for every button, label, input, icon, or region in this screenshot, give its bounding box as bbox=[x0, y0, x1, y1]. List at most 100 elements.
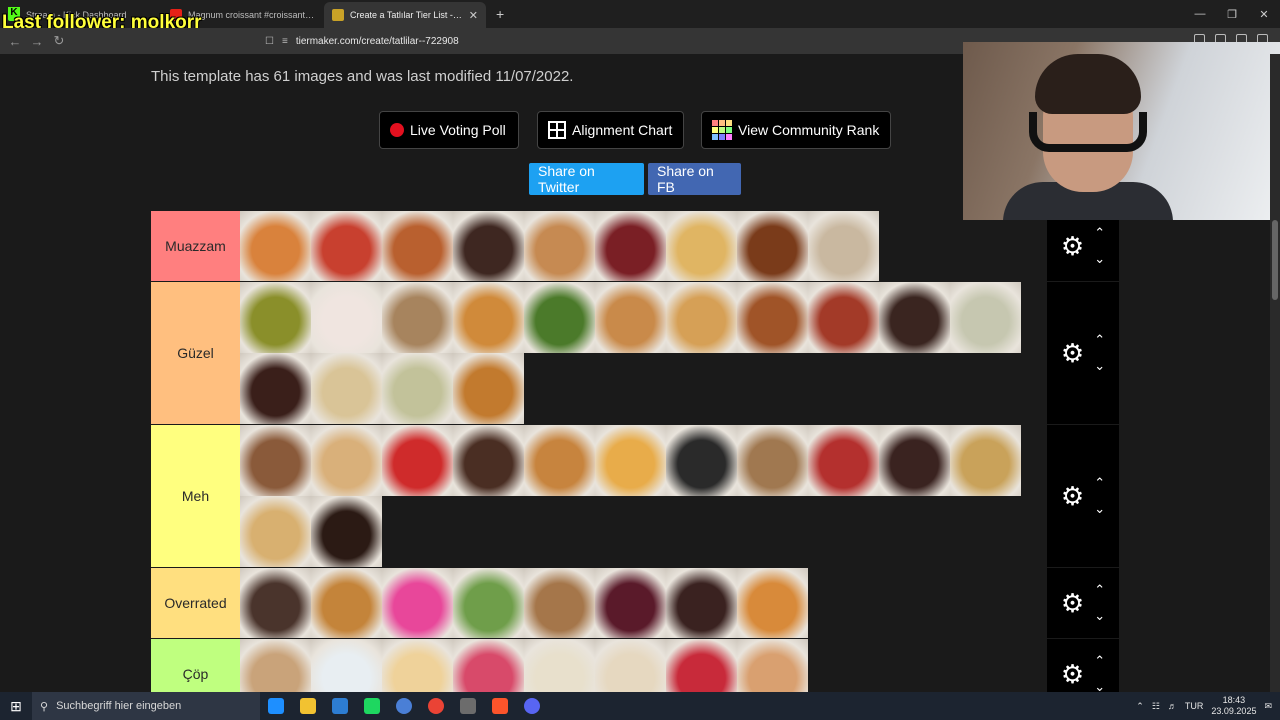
taskbar-app-icon[interactable] bbox=[516, 692, 548, 720]
dessert-image[interactable] bbox=[524, 425, 595, 496]
move-up-icon[interactable]: ⌃ bbox=[1094, 582, 1105, 598]
settings-gear-icon[interactable]: ⚙ bbox=[1061, 590, 1084, 616]
dessert-image[interactable] bbox=[595, 211, 666, 282]
dessert-image[interactable] bbox=[737, 211, 808, 282]
url-field[interactable]: ☐ ≡ tiermaker.com/create/tatlilar--72290… bbox=[265, 31, 985, 51]
settings-gear-icon[interactable]: ⚙ bbox=[1061, 233, 1084, 259]
keyboard-language[interactable]: TUR bbox=[1185, 701, 1204, 711]
dessert-image[interactable] bbox=[666, 282, 737, 353]
dessert-image[interactable] bbox=[737, 639, 808, 692]
minimize-button[interactable]: — bbox=[1184, 0, 1216, 28]
reload-icon[interactable]: ↻ bbox=[48, 33, 70, 49]
back-icon[interactable]: ← bbox=[4, 34, 26, 49]
forward-icon[interactable]: → bbox=[26, 34, 48, 49]
alignment-chart-button[interactable]: Alignment Chart bbox=[537, 111, 684, 149]
dessert-image[interactable] bbox=[808, 211, 879, 282]
move-up-icon[interactable]: ⌃ bbox=[1094, 332, 1105, 348]
tier-label[interactable]: Çöp bbox=[151, 639, 240, 692]
taskbar-app-icon[interactable] bbox=[292, 692, 324, 720]
dessert-image[interactable] bbox=[311, 496, 382, 567]
notifications-icon[interactable]: ✉ bbox=[1264, 701, 1272, 712]
taskbar-app-icon[interactable] bbox=[356, 692, 388, 720]
dessert-image[interactable] bbox=[879, 282, 950, 353]
network-icon[interactable]: ☷ bbox=[1152, 701, 1160, 712]
new-tab-button[interactable]: + bbox=[486, 6, 514, 28]
share-facebook-button[interactable]: Share on FB bbox=[648, 163, 741, 195]
tier-label[interactable]: Overrated bbox=[151, 568, 240, 638]
move-down-icon[interactable]: ⌄ bbox=[1094, 251, 1105, 267]
page-scrollbar[interactable] bbox=[1270, 54, 1280, 692]
taskbar-app-icon[interactable] bbox=[260, 692, 292, 720]
dessert-image[interactable] bbox=[240, 639, 311, 692]
dessert-image[interactable] bbox=[382, 211, 453, 282]
dessert-image[interactable] bbox=[453, 568, 524, 639]
settings-gear-icon[interactable]: ⚙ bbox=[1061, 483, 1084, 509]
dessert-image[interactable] bbox=[382, 353, 453, 424]
dessert-image[interactable] bbox=[524, 639, 595, 692]
settings-gear-icon[interactable]: ⚙ bbox=[1061, 661, 1084, 687]
dessert-image[interactable] bbox=[311, 568, 382, 639]
dessert-image[interactable] bbox=[595, 282, 666, 353]
dessert-image[interactable] bbox=[240, 211, 311, 282]
dessert-image[interactable] bbox=[453, 353, 524, 424]
tier-label[interactable]: Meh bbox=[151, 425, 240, 567]
dessert-image[interactable] bbox=[737, 282, 808, 353]
dessert-image[interactable] bbox=[666, 568, 737, 639]
tab-tiermaker[interactable]: Create a Tatlılar Tier List - TierMa ✕ bbox=[324, 2, 486, 28]
taskbar-app-icon[interactable] bbox=[388, 692, 420, 720]
site-info-icon[interactable]: ≡ bbox=[282, 36, 288, 47]
dessert-image[interactable] bbox=[240, 353, 311, 424]
dessert-image[interactable] bbox=[240, 568, 311, 639]
start-button[interactable]: ⊞ bbox=[0, 698, 32, 715]
dessert-image[interactable] bbox=[453, 211, 524, 282]
move-down-icon[interactable]: ⌄ bbox=[1094, 608, 1105, 624]
dessert-image[interactable] bbox=[311, 425, 382, 496]
tier-label[interactable]: Güzel bbox=[151, 282, 240, 424]
taskbar-app-icon[interactable] bbox=[324, 692, 356, 720]
dessert-image[interactable] bbox=[311, 639, 382, 692]
move-down-icon[interactable]: ⌄ bbox=[1094, 358, 1105, 374]
dessert-image[interactable] bbox=[524, 282, 595, 353]
clock[interactable]: 18:43 23.09.2025 bbox=[1211, 695, 1256, 717]
dessert-image[interactable] bbox=[666, 425, 737, 496]
dessert-image[interactable] bbox=[950, 282, 1021, 353]
dessert-image[interactable] bbox=[666, 639, 737, 692]
dessert-image[interactable] bbox=[240, 282, 311, 353]
bookmark-icon[interactable]: ☐ bbox=[265, 36, 274, 47]
dessert-image[interactable] bbox=[737, 425, 808, 496]
dessert-image[interactable] bbox=[737, 568, 808, 639]
dessert-image[interactable] bbox=[808, 282, 879, 353]
tier-label[interactable]: Muazzam bbox=[151, 211, 240, 281]
dessert-image[interactable] bbox=[453, 425, 524, 496]
dessert-image[interactable] bbox=[595, 425, 666, 496]
view-community-rank-button[interactable]: View Community Rank bbox=[701, 111, 891, 149]
dessert-image[interactable] bbox=[382, 425, 453, 496]
dessert-image[interactable] bbox=[453, 639, 524, 692]
move-down-icon[interactable]: ⌄ bbox=[1094, 679, 1105, 692]
close-window-button[interactable]: ✕ bbox=[1248, 0, 1280, 28]
dessert-image[interactable] bbox=[311, 353, 382, 424]
dessert-image[interactable] bbox=[524, 211, 595, 282]
dessert-image[interactable] bbox=[382, 568, 453, 639]
taskbar-app-icon[interactable] bbox=[452, 692, 484, 720]
dessert-image[interactable] bbox=[382, 639, 453, 692]
volume-icon[interactable]: ♬ bbox=[1168, 701, 1177, 711]
taskbar-search[interactable]: ⚲ Suchbegriff hier eingeben bbox=[32, 692, 260, 720]
chevron-up-icon[interactable]: ⌃ bbox=[1136, 701, 1144, 712]
share-twitter-button[interactable]: Share on Twitter bbox=[529, 163, 644, 195]
taskbar-app-icon[interactable] bbox=[484, 692, 516, 720]
dessert-image[interactable] bbox=[453, 282, 524, 353]
taskbar-app-icon[interactable] bbox=[420, 692, 452, 720]
close-tab-icon[interactable]: ✕ bbox=[469, 9, 478, 22]
dessert-image[interactable] bbox=[240, 496, 311, 567]
maximize-button[interactable]: ❐ bbox=[1216, 0, 1248, 28]
move-up-icon[interactable]: ⌃ bbox=[1094, 225, 1105, 241]
settings-gear-icon[interactable]: ⚙ bbox=[1061, 340, 1084, 366]
dessert-image[interactable] bbox=[311, 211, 382, 282]
dessert-image[interactable] bbox=[524, 568, 595, 639]
move-up-icon[interactable]: ⌃ bbox=[1094, 653, 1105, 669]
live-voting-poll-button[interactable]: Live Voting Poll bbox=[379, 111, 519, 149]
dessert-image[interactable] bbox=[311, 282, 382, 353]
dessert-image[interactable] bbox=[879, 425, 950, 496]
dessert-image[interactable] bbox=[595, 568, 666, 639]
